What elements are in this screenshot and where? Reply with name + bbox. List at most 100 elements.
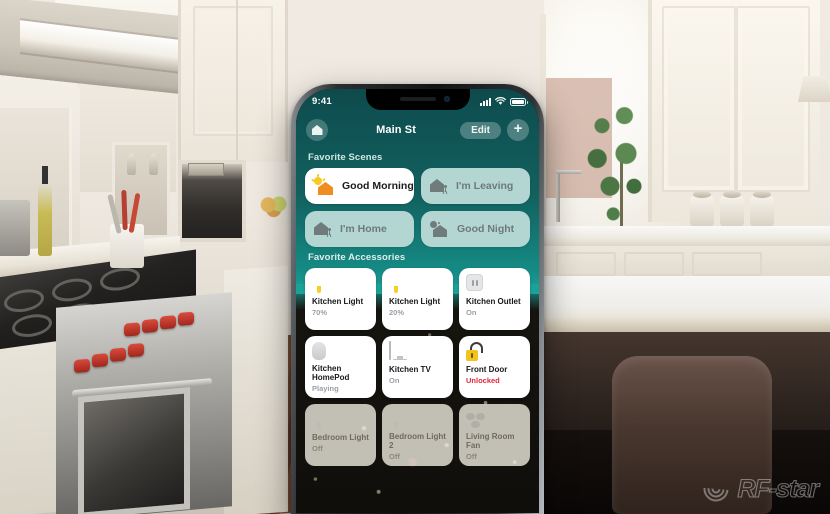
olive-oil-bottle xyxy=(38,166,52,256)
lightbulb-off-icon xyxy=(389,410,447,431)
kitchen-canister xyxy=(690,191,714,226)
accessory-status: 70% xyxy=(312,307,328,317)
moon-house-icon xyxy=(430,221,449,237)
potted-plant xyxy=(578,98,658,224)
range-knob xyxy=(74,358,90,374)
wall-sconce-lamp xyxy=(798,76,830,102)
lightbulb-on-icon xyxy=(312,274,370,296)
accessory-name: Kitchen TV xyxy=(389,365,431,374)
scene-label: I'm Leaving xyxy=(456,180,514,192)
battery-full-icon xyxy=(510,97,528,106)
right-countertop xyxy=(540,226,830,246)
accessory-name: Bedroom Light 2 xyxy=(389,432,446,451)
accessory-tile-kitchen-light-1[interactable]: Kitchen Light 70% xyxy=(305,268,376,330)
scene-label: Good Night xyxy=(457,223,515,235)
kitchen-canister xyxy=(750,191,774,226)
accessory-status: 20% xyxy=(389,307,405,317)
lightbulb-on-icon xyxy=(389,274,447,296)
wifi-icon xyxy=(495,97,506,105)
accessory-tile-front-door[interactable]: Front Door Unlocked xyxy=(459,336,530,398)
edit-button[interactable]: Edit xyxy=(460,121,501,139)
accessory-status: Off xyxy=(466,452,477,461)
accessory-status: On xyxy=(466,307,477,317)
scene-tile-good-night[interactable]: Good Night xyxy=(421,211,530,247)
home-icon xyxy=(311,125,323,135)
range-knob xyxy=(124,322,140,337)
accessory-tile-kitchen-tv[interactable]: Kitchen TV On xyxy=(382,336,453,398)
accessory-status: Off xyxy=(312,443,323,453)
accessory-status: Unlocked xyxy=(466,375,500,385)
house-person-icon xyxy=(430,178,448,195)
scene-tile-im-home[interactable]: I'm Home xyxy=(305,211,414,247)
burner xyxy=(100,265,140,294)
oven-door-window xyxy=(78,387,190,514)
accessory-status: Playing xyxy=(312,384,339,393)
range-knob xyxy=(110,347,126,362)
upper-cabinet-right xyxy=(648,0,820,222)
cabinet-right-of-range xyxy=(224,265,288,514)
cabinet-seam xyxy=(236,0,238,162)
accessory-tile-bedroom-light[interactable]: Bedroom Light Off xyxy=(305,404,376,466)
favorite-accessories-grid: Kitchen Light 70% Kitchen Light 20% Kitc… xyxy=(305,268,530,466)
home-app-content: Favorite Scenes Good Morning I'm Leaving… xyxy=(296,147,539,513)
page-title: Main St xyxy=(376,124,416,136)
range-knob xyxy=(178,311,194,327)
accessory-tile-kitchen-light-2[interactable]: Kitchen Light 20% xyxy=(382,268,453,330)
drawer xyxy=(692,252,762,276)
accessory-tile-kitchen-homepod[interactable]: Kitchen HomePod Playing xyxy=(305,336,376,398)
accessory-name: Kitchen Light xyxy=(389,297,441,306)
backsplash xyxy=(540,276,830,320)
favorite-scenes-grid: Good Morning I'm Leaving I'm Home Good N… xyxy=(305,168,530,247)
wall-oven-panel xyxy=(188,163,224,176)
scene-tile-im-leaving[interactable]: I'm Leaving xyxy=(421,168,530,204)
accessory-name: Front Door xyxy=(466,365,508,374)
app-navigation-bar: Main St Edit + xyxy=(296,115,539,145)
home-button[interactable] xyxy=(306,119,328,141)
utensil-crock xyxy=(107,189,144,268)
drawer xyxy=(556,252,616,276)
status-bar-time: 9:41 xyxy=(312,96,332,107)
earpiece-speaker xyxy=(399,97,436,101)
accessory-name: Bedroom Light xyxy=(312,433,369,442)
homepod-icon xyxy=(312,342,370,363)
accessory-name: Kitchen Light xyxy=(312,297,364,306)
signal-bars-icon xyxy=(480,97,491,106)
front-camera xyxy=(443,96,450,102)
favorite-accessories-heading: Favorite Accessories xyxy=(308,252,406,263)
power-outlet-icon xyxy=(466,274,524,296)
smartphone-device: 9:41 Main St Edit + Favorite Scenes Good… xyxy=(291,84,544,514)
ceiling-fan-icon xyxy=(466,410,524,431)
add-button[interactable]: + xyxy=(507,119,529,141)
unlocked-padlock-icon xyxy=(466,342,524,364)
cabinet-door xyxy=(662,6,736,192)
range-knob xyxy=(160,315,176,330)
sunrise-house-icon xyxy=(310,174,334,195)
scene-tile-good-morning[interactable]: Good Morning xyxy=(305,168,414,204)
lightbulb-off-icon xyxy=(312,410,370,432)
accessory-tile-living-room-fan[interactable]: Living Room Fan Off xyxy=(459,404,530,466)
burner xyxy=(52,276,92,304)
accessory-name: Kitchen Outlet xyxy=(466,297,521,306)
accessory-name: Living Room Fan xyxy=(466,432,515,451)
television-icon xyxy=(389,341,447,364)
accessory-tile-bedroom-light-2[interactable]: Bedroom Light 2 Off xyxy=(382,404,453,466)
fruit-bowl xyxy=(258,196,292,218)
range-knob xyxy=(142,318,158,334)
bar-chair xyxy=(612,356,772,514)
accessory-tile-kitchen-outlet[interactable]: Kitchen Outlet On xyxy=(459,268,530,330)
stock-pot xyxy=(0,200,30,256)
island-countertop xyxy=(540,318,830,332)
decor-urn xyxy=(127,153,136,175)
upper-cabinet-left xyxy=(178,0,288,162)
decor-urn xyxy=(149,153,158,175)
range-knob xyxy=(128,343,144,358)
accessory-status: Off xyxy=(389,452,400,461)
phone-screen: 9:41 Main St Edit + Favorite Scenes Good… xyxy=(296,89,539,513)
range-knob xyxy=(92,353,108,368)
drawer xyxy=(624,252,684,276)
kitchen-canister xyxy=(720,191,744,226)
scene-label: Good Morning xyxy=(342,180,414,192)
burner xyxy=(12,311,52,340)
device-notch xyxy=(365,89,470,110)
accessory-name: Kitchen HomePod xyxy=(312,364,350,383)
